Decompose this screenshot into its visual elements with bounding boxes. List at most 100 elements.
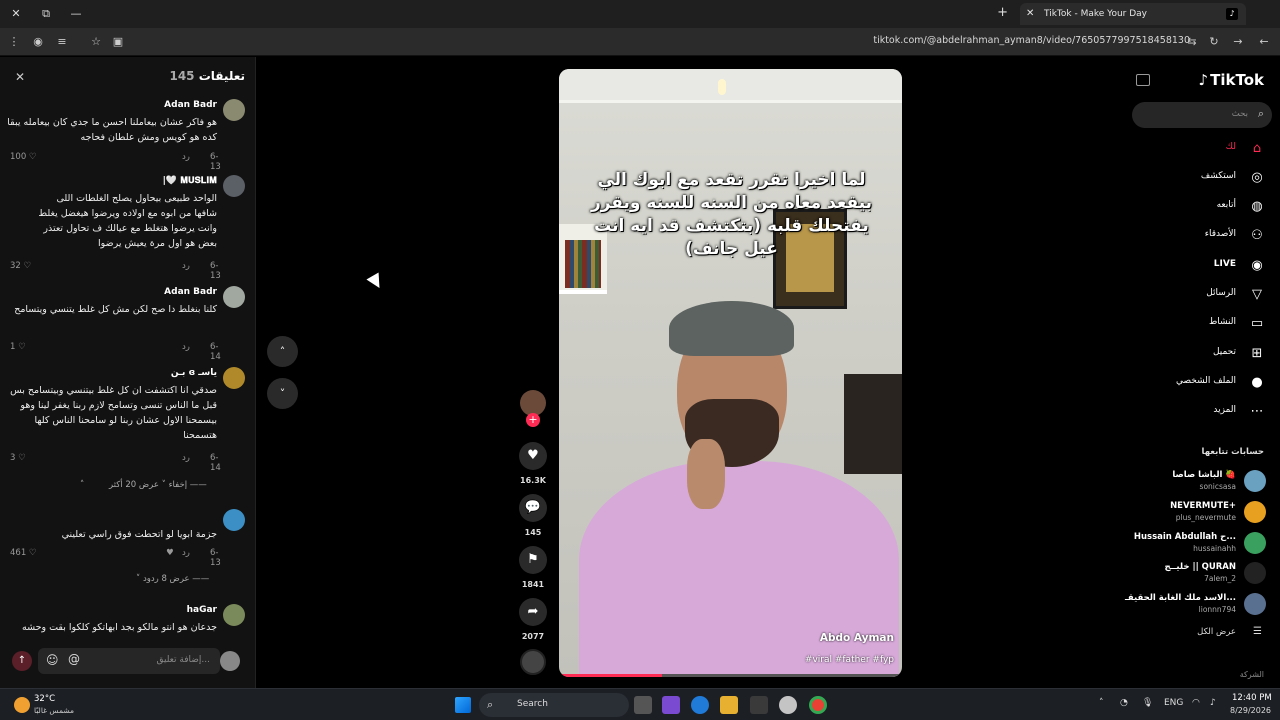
search-input[interactable]: بحث ⌕ bbox=[1132, 102, 1272, 128]
network-tray-icon[interactable]: ◔ bbox=[1120, 698, 1128, 708]
url-field[interactable]: tiktok.com/@abdelrahman_ayman8/video/765… bbox=[873, 35, 1190, 46]
comment-author[interactable]: 𝐌𝐔𝐒𝐋𝐈𝐌 🤍| bbox=[163, 176, 217, 186]
comment-text: جزمة ابويا لو اتحطت فوق راسي تعليني bbox=[61, 529, 217, 540]
back-icon[interactable]: ← bbox=[1256, 34, 1272, 50]
new-tab-button[interactable]: + bbox=[997, 5, 1008, 20]
reply-button[interactable]: رد bbox=[182, 342, 190, 352]
view-more-replies-button[interactable]: ˅ عرض 20 أكثر —— bbox=[109, 480, 207, 490]
mic-icon[interactable]: 🎙 bbox=[1142, 698, 1153, 708]
tiktok-icon: ♪ bbox=[1226, 8, 1238, 20]
reply-button[interactable]: رد bbox=[182, 152, 190, 162]
nav-item-more[interactable]: ⋯ المزيد bbox=[1146, 401, 1266, 423]
mention-icon[interactable]: @ bbox=[68, 652, 80, 666]
comment-like-button[interactable]: 32 ♡ bbox=[10, 261, 31, 271]
next-video-button[interactable]: ˅ bbox=[267, 378, 298, 409]
share-button[interactable]: ➦ bbox=[519, 598, 547, 626]
nav-item-live[interactable]: ◉ LIVE bbox=[1146, 255, 1266, 277]
reply-button[interactable]: رد bbox=[182, 548, 190, 558]
send-icon[interactable]: ↑ bbox=[12, 651, 32, 671]
company-link[interactable]: الشركة bbox=[1240, 670, 1264, 679]
tiktok-logo[interactable]: ♪ TikTok bbox=[1199, 71, 1264, 89]
avatar[interactable] bbox=[223, 509, 245, 531]
task-view-icon[interactable] bbox=[634, 696, 652, 714]
video-progress-bar[interactable] bbox=[559, 674, 902, 677]
volume-icon[interactable]: ♪ bbox=[1210, 698, 1216, 708]
avatar[interactable] bbox=[223, 99, 245, 121]
followed-account[interactable]: الباشا صاصا 🍓 sonicsasa bbox=[1126, 468, 1266, 494]
menu-dots-icon[interactable]: ⋮ bbox=[6, 34, 22, 50]
follow-plus-icon[interactable]: + bbox=[526, 413, 540, 427]
tab-close-icon[interactable]: ✕ bbox=[1026, 3, 1034, 25]
reply-button[interactable]: رد bbox=[182, 261, 190, 271]
nav-item-explore[interactable]: ◎ استكشف bbox=[1146, 167, 1266, 189]
file-explorer-icon[interactable] bbox=[720, 696, 738, 714]
tab-share-icon[interactable]: ⇆ bbox=[1184, 34, 1200, 50]
clock-date[interactable]: 8/29/2026 bbox=[1230, 706, 1271, 715]
app-icon[interactable] bbox=[779, 696, 797, 714]
clock-time[interactable]: 12:40 PM bbox=[1232, 693, 1272, 703]
comment-like-button[interactable]: 1 ♡ bbox=[10, 342, 26, 352]
restore-icon[interactable]: ⧉ bbox=[38, 6, 54, 22]
video-scene-ceiling bbox=[559, 69, 902, 103]
view-replies-button[interactable]: ˅ عرض 8 ردود —— bbox=[136, 574, 209, 584]
emoji-icon[interactable]: ☺ bbox=[46, 653, 59, 667]
search-icon[interactable]: ⌕ bbox=[1258, 107, 1264, 121]
nav-item-messages[interactable]: ▽ الرسائل bbox=[1146, 284, 1266, 306]
copilot-icon[interactable] bbox=[662, 696, 680, 714]
comment-like-button[interactable]: 461 ♡ bbox=[10, 548, 37, 558]
comment-author[interactable]: Adan Badr bbox=[164, 287, 217, 297]
followed-account[interactable]: خليــج || QURAN 7alem_2 bbox=[1126, 560, 1266, 586]
followed-account[interactable]: الاسد ملك الغابة الحقيقـ... lionnn794 bbox=[1125, 591, 1266, 617]
wifi-icon[interactable]: ◠ bbox=[1192, 698, 1200, 708]
video-hashtags[interactable]: #viral #father #fyp bbox=[805, 655, 894, 665]
nav-item-for-you[interactable]: ⌂ لك bbox=[1146, 138, 1266, 160]
windows-start-icon[interactable] bbox=[455, 697, 471, 713]
weather-desc[interactable]: مشمس غالبًا bbox=[34, 706, 74, 715]
close-icon[interactable]: ✕ bbox=[12, 69, 28, 85]
avatar[interactable] bbox=[223, 175, 245, 197]
chrome-icon[interactable] bbox=[809, 696, 827, 714]
profile-icon[interactable]: ◉ bbox=[30, 34, 46, 50]
active-tab[interactable]: ✕ TikTok - Make Your Day ♪ bbox=[1020, 3, 1246, 25]
tray-chevron-icon[interactable]: ˄ bbox=[1099, 698, 1104, 708]
nav-item-friends[interactable]: ⚇ الأصدقاء bbox=[1146, 225, 1266, 247]
close-window-icon[interactable]: ✕ bbox=[8, 6, 24, 22]
comment-button[interactable]: 💬 bbox=[519, 494, 547, 522]
like-button[interactable]: ♥ bbox=[519, 442, 547, 470]
store-icon[interactable] bbox=[750, 696, 768, 714]
music-disc-icon[interactable] bbox=[520, 649, 546, 675]
followed-account[interactable]: NEVERMUTE+ plus_nevermute bbox=[1126, 499, 1266, 525]
video-author[interactable]: Abdo Ayman bbox=[820, 632, 894, 644]
comment-author[interactable]: haGar bbox=[187, 605, 217, 615]
weather-sun-icon[interactable] bbox=[14, 697, 30, 713]
weather-temp[interactable]: 32°C bbox=[34, 694, 55, 704]
taskbar-search[interactable]: ⌕ Search bbox=[479, 693, 629, 717]
bookmark-button[interactable]: ⚑ bbox=[519, 546, 547, 574]
avatar[interactable] bbox=[223, 604, 245, 626]
collapse-sidebar-icon[interactable] bbox=[1136, 74, 1150, 86]
previous-video-button[interactable]: ˄ bbox=[267, 336, 298, 367]
forward-icon[interactable]: → bbox=[1230, 34, 1246, 50]
comment-input[interactable]: إضافة تعليق... ☺ @ bbox=[38, 648, 220, 674]
extensions-icon[interactable]: ▣ bbox=[110, 34, 126, 50]
comment-like-button[interactable]: 3 ♡ bbox=[10, 453, 26, 463]
minimize-icon[interactable]: — bbox=[68, 6, 84, 22]
reload-icon[interactable]: ↻ bbox=[1206, 34, 1222, 50]
nav-item-following[interactable]: ◍ أتابعه bbox=[1146, 196, 1266, 218]
reply-button[interactable]: رد bbox=[182, 453, 190, 463]
comment-author[interactable]: Adan Badr bbox=[164, 100, 217, 110]
reading-list-icon[interactable]: ≡ bbox=[54, 34, 70, 50]
edge-icon[interactable] bbox=[691, 696, 709, 714]
nav-item-profile[interactable]: ● الملف الشخصي bbox=[1146, 372, 1266, 394]
avatar[interactable] bbox=[223, 286, 245, 308]
followed-account[interactable]: Hussain Abdullah ح... hussainahh bbox=[1126, 530, 1266, 556]
comment-like-button[interactable]: 100 ♡ bbox=[10, 152, 37, 162]
comment-author[interactable]: ياسـ ɞ بـن bbox=[171, 368, 217, 378]
bookmark-star-icon[interactable]: ☆ bbox=[88, 34, 104, 50]
see-all-button[interactable]: ☰ عرض الكل bbox=[1146, 626, 1266, 641]
language-indicator[interactable]: ENG bbox=[1164, 698, 1183, 708]
video-player[interactable]: لما اخيرا تقرر تقعد مع ابوك الي بيقعد مع… bbox=[559, 69, 902, 677]
avatar[interactable] bbox=[223, 367, 245, 389]
nav-item-activity[interactable]: ▭ النشاط bbox=[1146, 313, 1266, 335]
nav-item-upload[interactable]: ⊞ تحميل bbox=[1146, 343, 1266, 365]
